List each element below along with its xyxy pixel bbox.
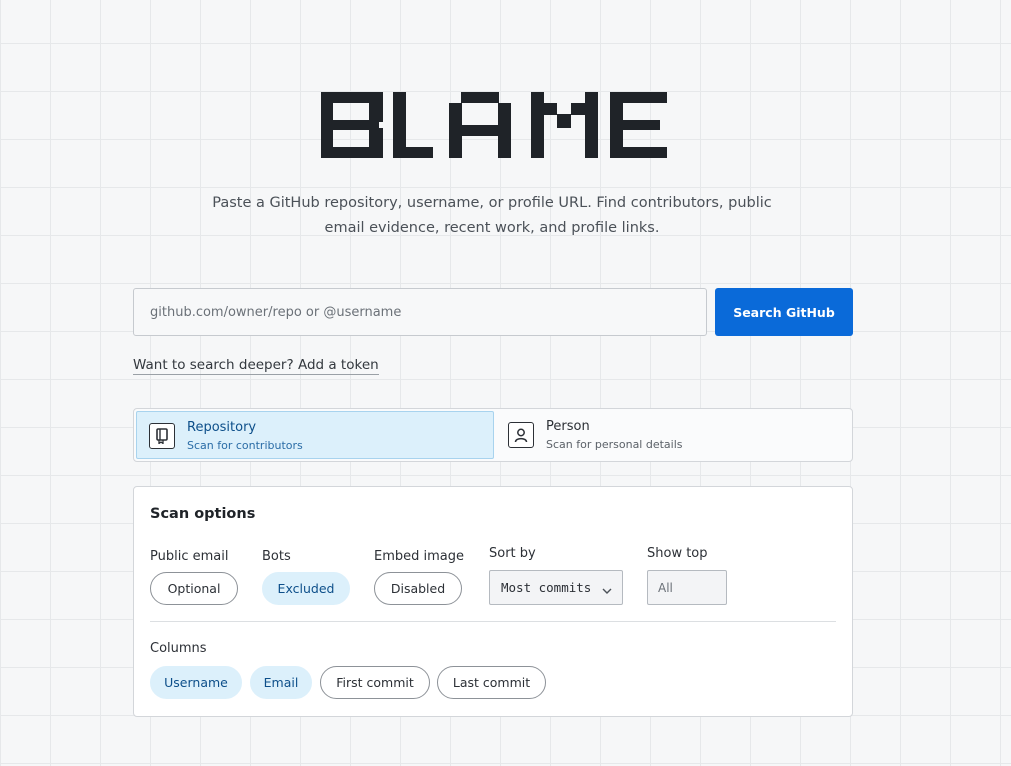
bots-label: Bots xyxy=(262,549,291,564)
scan-mode-selector: Repository Scan for contributors Person … xyxy=(133,408,853,462)
search-github-button[interactable]: Search GitHub xyxy=(715,288,853,336)
mode-option-person[interactable]: Person Scan for personal details xyxy=(496,411,850,459)
embed-image-toggle[interactable]: Disabled xyxy=(374,572,462,605)
add-token-link[interactable]: Want to search deeper? Add a token xyxy=(133,357,379,375)
scan-options-panel: Scan options Public email Optional Bots … xyxy=(133,486,853,717)
embed-image-label: Embed image xyxy=(374,549,465,564)
column-toggle-username[interactable]: Username xyxy=(150,666,242,699)
column-toggle-last-commit[interactable]: Last commit xyxy=(437,666,546,699)
repo-icon xyxy=(149,423,175,449)
sort-by-select[interactable]: Most commits xyxy=(489,570,623,605)
column-toggle-first-commit[interactable]: First commit xyxy=(320,666,430,699)
show-top-input[interactable] xyxy=(647,570,727,605)
show-top-label: Show top xyxy=(647,546,708,561)
columns-label: Columns xyxy=(150,641,207,656)
chevron-down-icon xyxy=(602,583,612,598)
public-email-label: Public email xyxy=(150,549,229,564)
search-input[interactable] xyxy=(133,288,707,336)
search-row: Search GitHub xyxy=(133,288,853,336)
mode-title-person: Person xyxy=(546,419,590,434)
options-divider xyxy=(150,621,836,622)
mode-subtitle-person: Scan for personal details xyxy=(546,438,683,451)
sort-by-value: Most commits xyxy=(501,580,592,595)
bots-toggle[interactable]: Excluded xyxy=(262,572,350,605)
blame-logo xyxy=(321,92,667,158)
public-email-toggle[interactable]: Optional xyxy=(150,572,238,605)
tagline-line-2: email evidence, recent work, and profile… xyxy=(324,220,660,236)
sort-by-label: Sort by xyxy=(489,546,536,561)
column-toggle-email[interactable]: Email xyxy=(250,666,312,699)
person-icon xyxy=(508,422,534,448)
scan-options-title: Scan options xyxy=(150,506,256,522)
tagline-line-1: Paste a GitHub repository, username, or … xyxy=(212,195,772,211)
mode-title-repository: Repository xyxy=(187,420,257,435)
mode-option-repository[interactable]: Repository Scan for contributors xyxy=(136,411,494,459)
tagline: Paste a GitHub repository, username, or … xyxy=(190,191,794,241)
mode-subtitle-repository: Scan for contributors xyxy=(187,439,303,452)
